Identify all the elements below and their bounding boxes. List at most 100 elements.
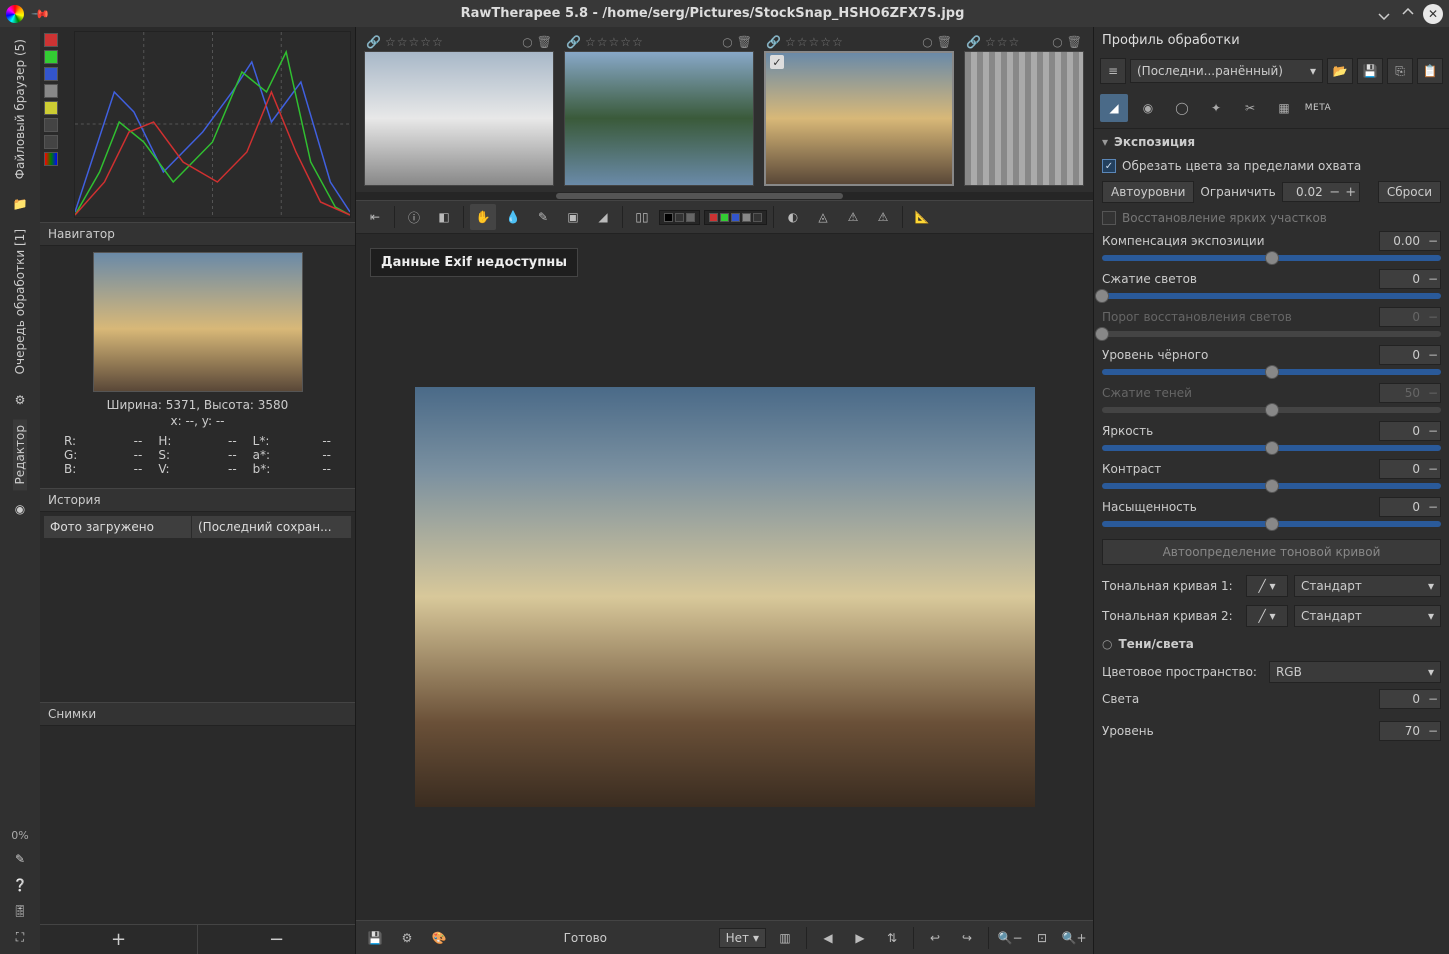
image-canvas[interactable]: Данные Exif недоступны <box>356 234 1093 920</box>
slider-value[interactable]: 0.00− <box>1379 231 1441 251</box>
help-icon[interactable]: ❔ <box>11 876 29 894</box>
before-after-icon[interactable]: ◧ <box>431 204 457 230</box>
slider-value[interactable]: 0− <box>1379 421 1441 441</box>
level-value[interactable]: 70− <box>1379 721 1441 741</box>
tab-file-browser[interactable]: Файловый браузер (5) <box>13 33 27 185</box>
nav-forward-icon[interactable]: ↪ <box>954 925 980 951</box>
filmstrip-scrollbar[interactable] <box>356 192 1093 200</box>
label-swatch[interactable] <box>731 213 740 222</box>
tab-raw-icon[interactable]: ▦ <box>1270 94 1298 122</box>
gamut-icon[interactable]: ◬ <box>810 204 836 230</box>
label-swatch[interactable] <box>720 213 729 222</box>
filmstrip-item[interactable]: 🔗☆☆☆○🗑 <box>964 33 1084 186</box>
circle-icon[interactable]: ○ <box>522 35 532 49</box>
crop-tool-icon[interactable]: ▣ <box>560 204 586 230</box>
slider-track[interactable] <box>1102 407 1441 413</box>
label-swatch[interactable] <box>742 213 751 222</box>
histogram-plot[interactable] <box>74 31 351 218</box>
navigator-thumbnail[interactable] <box>93 252 303 392</box>
trash-icon[interactable]: 🗑 <box>1067 35 1082 49</box>
gears-icon[interactable]: ⚙ <box>11 391 29 409</box>
auto-tone-curve-button[interactable]: Автоопределение тоновой кривой <box>1102 539 1441 565</box>
slider-track[interactable] <box>1102 483 1441 489</box>
rating-stars[interactable]: ☆☆☆☆☆ <box>585 35 644 49</box>
profile-save-icon[interactable]: 💾 <box>1357 58 1383 84</box>
aperture-icon[interactable]: ◉ <box>11 500 29 518</box>
save-icon[interactable]: 💾 <box>362 925 388 951</box>
pin-icon[interactable]: 📌 <box>28 1 53 26</box>
hist-bar-toggle[interactable] <box>44 135 58 149</box>
slider-value[interactable]: 50− <box>1379 383 1441 403</box>
slider-value[interactable]: 0− <box>1379 459 1441 479</box>
rating-stars[interactable]: ☆☆☆☆☆ <box>785 35 844 49</box>
slider-track[interactable] <box>1102 331 1441 337</box>
tone-curve-2-mode[interactable]: Стандарт▾ <box>1294 605 1441 627</box>
highlights-value[interactable]: 0− <box>1379 689 1441 709</box>
tab-exposure-icon[interactable]: ◢ <box>1100 94 1128 122</box>
external-editor-icon[interactable]: 🎨 <box>426 925 452 951</box>
slider-value[interactable]: 0− <box>1379 497 1441 517</box>
slider-value[interactable]: 0− <box>1379 307 1441 327</box>
tone-curve-1-mode[interactable]: Стандарт▾ <box>1294 575 1441 597</box>
profile-mode-icon[interactable]: ≡ <box>1100 58 1126 84</box>
sync-icon[interactable]: ⇅ <box>879 925 905 951</box>
hist-raw-toggle[interactable] <box>44 118 58 132</box>
slider-track[interactable] <box>1102 445 1441 451</box>
monitor-profile-select[interactable]: Нет▾ <box>719 928 766 948</box>
rating-stars[interactable]: ☆☆☆☆☆ <box>385 35 444 49</box>
clip-checkbox[interactable]: ✓ <box>1102 159 1116 173</box>
slider-track[interactable] <box>1102 369 1441 375</box>
tab-editor[interactable]: Редактор <box>13 419 27 490</box>
hand-tool-icon[interactable]: ✋ <box>470 204 496 230</box>
slider-value[interactable]: 0− <box>1379 345 1441 365</box>
hist-red-toggle[interactable] <box>44 33 58 47</box>
tab-queue[interactable]: Очередь обработки [1] <box>13 223 27 380</box>
filmstrip-item[interactable]: 🔗☆☆☆☆☆○🗑 <box>764 33 954 186</box>
gamut-warning-icon[interactable]: ▥ <box>772 925 798 951</box>
circle-icon[interactable]: ○ <box>1052 35 1062 49</box>
shadows-highlights-accordion[interactable]: ○Тени/света <box>1094 631 1449 657</box>
fullscreen-icon[interactable]: ⛶ <box>11 928 29 946</box>
circle-icon[interactable]: ○ <box>922 35 932 49</box>
profile-select[interactable]: (Последни...ранённый)▾ <box>1130 59 1323 83</box>
label-swatch[interactable] <box>753 213 762 222</box>
bg-swatch[interactable] <box>686 213 695 222</box>
slider-track[interactable] <box>1102 255 1441 261</box>
profile-copy-icon[interactable]: ⎘ <box>1387 58 1413 84</box>
slider-track[interactable] <box>1102 521 1441 527</box>
hist-chroma-toggle[interactable] <box>44 101 58 115</box>
close-button[interactable]: ✕ <box>1423 4 1443 24</box>
filmstrip-item[interactable]: 🔗☆☆☆☆☆○🗑 <box>364 33 554 186</box>
snapshot-remove-button[interactable]: − <box>198 925 355 954</box>
label-swatch[interactable] <box>709 213 718 222</box>
profile-load-icon[interactable]: 📂 <box>1327 58 1353 84</box>
minimize-button[interactable] <box>1375 5 1393 23</box>
info-icon[interactable]: ⓘ <box>401 204 427 230</box>
queue-add-icon[interactable]: ⚙ <box>394 925 420 951</box>
slider-track[interactable] <box>1102 293 1441 299</box>
tab-metadata-icon[interactable]: META <box>1304 94 1332 122</box>
hist-mode-toggle[interactable] <box>44 152 58 166</box>
nav-next-icon[interactable]: ▶ <box>847 925 873 951</box>
snapshot-add-button[interactable]: + <box>40 925 198 954</box>
history-row[interactable]: Фото загружено (Последний сохран... <box>44 516 351 538</box>
filmstrip[interactable]: 🔗☆☆☆☆☆○🗑 🔗☆☆☆☆☆○🗑 🔗☆☆☆☆☆○🗑 🔗☆☆☆○🗑 <box>356 27 1093 192</box>
white-balance-picker-icon[interactable]: 💧 <box>500 204 526 230</box>
tone-curve-2-type[interactable]: ╱ ▾ <box>1246 605 1288 627</box>
link-icon[interactable]: 🔗 <box>766 35 781 49</box>
colorspace-select[interactable]: RGB▾ <box>1269 661 1441 683</box>
snapshots-list[interactable] <box>40 726 355 924</box>
autolevels-button[interactable]: Автоуровни <box>1102 181 1194 203</box>
tone-curve-1-type[interactable]: ╱ ▾ <box>1246 575 1288 597</box>
circle-icon[interactable]: ○ <box>722 35 732 49</box>
focus-mask-icon[interactable]: ⚠ <box>870 204 896 230</box>
clip-limit-spinner[interactable]: −+ <box>1282 182 1360 202</box>
slider-value[interactable]: 0− <box>1379 269 1441 289</box>
color-picker-icon[interactable]: ✎ <box>530 204 556 230</box>
tab-detail-icon[interactable]: ◉ <box>1134 94 1162 122</box>
hist-blue-toggle[interactable] <box>44 67 58 81</box>
reset-button[interactable]: Сброси <box>1378 181 1441 203</box>
exposure-accordion[interactable]: ▾Экспозиция <box>1094 129 1449 155</box>
profile-paste-icon[interactable]: 📋 <box>1417 58 1443 84</box>
tab-color-icon[interactable]: ◯ <box>1168 94 1196 122</box>
